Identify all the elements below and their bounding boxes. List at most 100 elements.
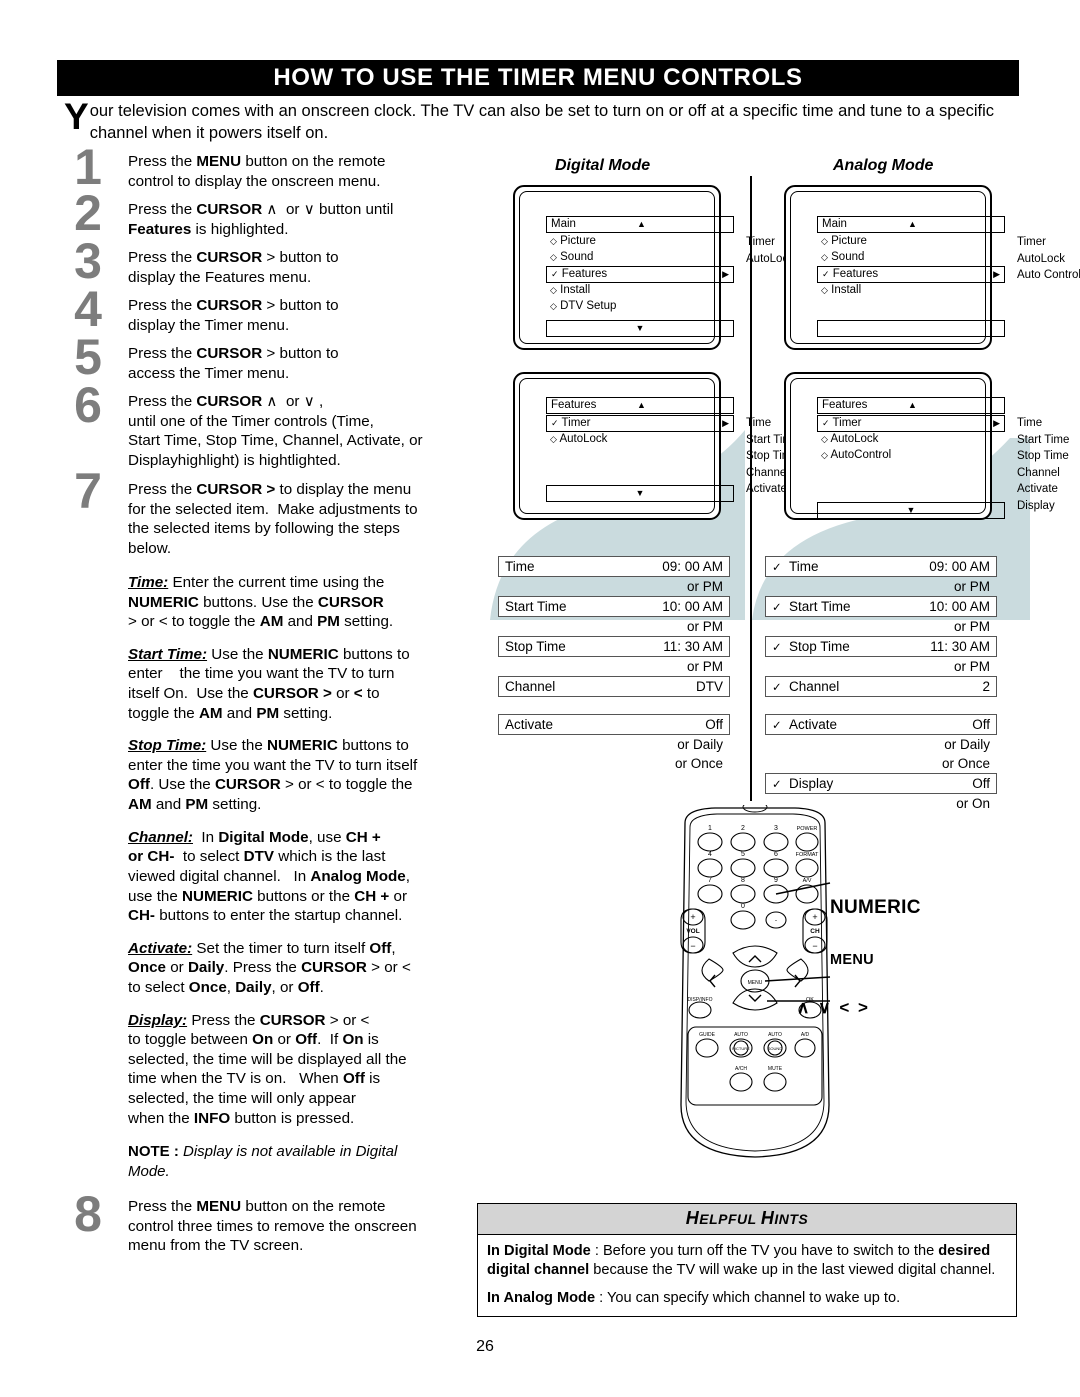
submenu-item-time[interactable]: Time [1017,415,1069,432]
row-value: 11: 30 AM [930,639,990,654]
svg-text:A/V: A/V [803,878,812,884]
step-number: 3 [74,233,102,289]
page-number: 26 [476,1338,494,1355]
svg-text:MENU: MENU [748,980,763,986]
hint-analog-mode: In Analog Mode : You can specify which c… [487,1289,1007,1308]
submenu-item-auto-control[interactable]: Auto Control [1017,267,1080,284]
check-icon: ✓ [551,269,559,279]
scroll-up-icon[interactable]: ▲ [908,219,917,229]
diamond-icon: ◇ [821,434,828,444]
menu-item-install[interactable]: ◇ Install [546,283,734,299]
menu-item-label: AutoLock [830,433,879,445]
intro-paragraph: Your television comes with an onscreen c… [64,98,1016,144]
menu-header-label: Main [551,218,576,230]
step-number: 7 [74,463,102,519]
chevron-right-icon: ▶ [993,418,1000,428]
row-label: Activate [789,717,838,732]
timer-row-time: ✓ Time 09: 00 AM or PM [765,556,997,596]
diamond-icon: ◇ [550,252,557,262]
step-text: Press the CURSOR ∧ or ∨ , until one of th… [128,393,423,469]
setting-label: Display: [128,1011,188,1029]
menu-footer-bar[interactable]: ▼ [546,320,734,337]
menu-item-sound[interactable]: ◇ Sound [546,250,734,266]
check-icon: ✓ [822,418,830,428]
diamond-icon: ◇ [550,301,557,311]
submenu-item-channel[interactable]: Channel [1017,465,1069,482]
menu-item-label: Install [560,284,591,296]
step-4: 4 Press the CURSOR > button to display th… [60,284,480,340]
row-label: Stop Time [789,639,850,654]
hints-h2: ELPFUL [699,1211,761,1227]
submenu-item-display[interactable]: Display [1017,498,1069,515]
step-text: Press the MENU button on the remote contr… [128,153,386,190]
row-label: Stop Time [505,639,566,654]
hints-h4: INTS [774,1211,809,1227]
hint-text-a: : You can specify which channel to wake … [595,1289,901,1306]
helpful-hints-heading: HELPFUL HINTS [478,1204,1016,1235]
menu-item-dtv-setup[interactable]: ◇ DTV Setup [546,299,734,315]
analog-timer-submenu: Time Start Time Stop Time Channel Activa… [1017,415,1069,514]
scroll-up-icon[interactable]: ▲ [637,400,646,410]
check-icon: ✓ [772,641,782,654]
row-value: 09: 00 AM [662,559,723,574]
submenu-item-stop-time[interactable]: Stop Time [1017,448,1069,465]
row-label: Channel [789,679,840,694]
hint-label: In Analog Mode [487,1289,596,1306]
callout-menu: MENU [830,952,874,968]
hint-label: In Digital Mode [487,1243,591,1259]
step-number: 2 [74,185,102,241]
menu-item-autolock[interactable]: ◇ AutoLock [546,432,734,448]
step-5: 5 Press the CURSOR > button to access the… [60,332,480,388]
submenu-item-timer[interactable]: Timer [1017,234,1080,251]
menu-item-label: Sound [560,251,594,263]
menu-item-timer[interactable]: ✓ Timer ▶ [546,415,734,432]
submenu-item-autolock[interactable]: AutoLock [1017,251,1080,268]
scroll-up-icon[interactable]: ▲ [637,219,646,229]
row-alt-value: or PM [953,619,990,634]
row-value: Off [705,717,723,732]
menu-item-timer[interactable]: ✓ Timer ▶ [817,415,1005,432]
analog-mode-title: Analog Mode [833,157,934,174]
instruction-steps: 1 Press the MENU button on the remote con… [60,142,480,1260]
svg-text:VOL: VOL [686,928,699,935]
setting-channel: Channel: In Digital Mode, use CH + or CH-… [128,828,410,925]
row-alt-value-2: or Once [941,756,990,771]
svg-text:A/D: A/D [801,1032,810,1038]
menu-item-label: Install [831,284,862,296]
step-text: Press the CURSOR > to display the menu fo… [128,481,418,557]
menu-footer-bar[interactable]: ▼ [546,485,734,502]
menu-item-sound[interactable]: ◇ Sound [817,250,1005,266]
digital-main-menu: Main ▲ ◇ Picture ◇ Sound ✓ Features ▶ ◇ I… [546,216,794,337]
row-value: 11: 30 AM [663,639,723,654]
menu-item-autolock[interactable]: ◇ AutoLock [817,432,1005,448]
digital-features-menu-screen: Features ▲ ✓ Timer ▶ ◇ AutoLock Time Star… [513,372,798,520]
step-text: Press the CURSOR ∧ or ∨ button until Feat… [128,201,394,238]
row-alt-value [765,697,997,714]
svg-text:3: 3 [774,825,778,832]
submenu-item-start-time[interactable]: Start Time [1017,432,1069,449]
menu-item-features[interactable]: ✓ Features ▶ [817,266,1005,283]
hint-text-a: : Before you turn off the TV you have to… [590,1243,939,1259]
menu-footer-bar[interactable]: ▼ [817,502,1005,519]
menu-item-autocontrol[interactable]: ◇ AutoControl [817,448,1005,464]
menu-header-features: Features ▲ [817,397,1005,414]
setting-label: Stop Time: [128,737,207,755]
timer-row-channel: Channel DTV [498,676,730,714]
menu-item-features[interactable]: ✓ Features ▶ [546,266,734,283]
menu-item-install[interactable]: ◇ Install [817,283,1005,299]
callout-numeric: NUMERIC [830,897,921,918]
setting-label: Time: [128,574,169,591]
step-2: 2 Press the CURSOR ∧ or ∨ button until Fe… [60,188,480,244]
scroll-up-icon[interactable]: ▲ [908,400,917,410]
setting-activate: Activate: Set the timer to turn itself O… [128,939,411,996]
svg-text:7: 7 [708,877,712,884]
timer-row-activate: ✓ Activate Off or Daily or Once [765,714,997,773]
menu-item-label: Features [832,268,879,280]
submenu-item-activate[interactable]: Activate [1017,481,1069,498]
menu-item-picture[interactable]: ◇ Picture [546,234,734,250]
menu-footer-bar[interactable] [817,320,1005,337]
menu-item-picture[interactable]: ◇ Picture [817,234,1005,250]
row-alt-value-2: or Once [674,756,723,771]
diamond-icon: ◇ [821,285,828,295]
check-icon: ✓ [772,561,782,574]
